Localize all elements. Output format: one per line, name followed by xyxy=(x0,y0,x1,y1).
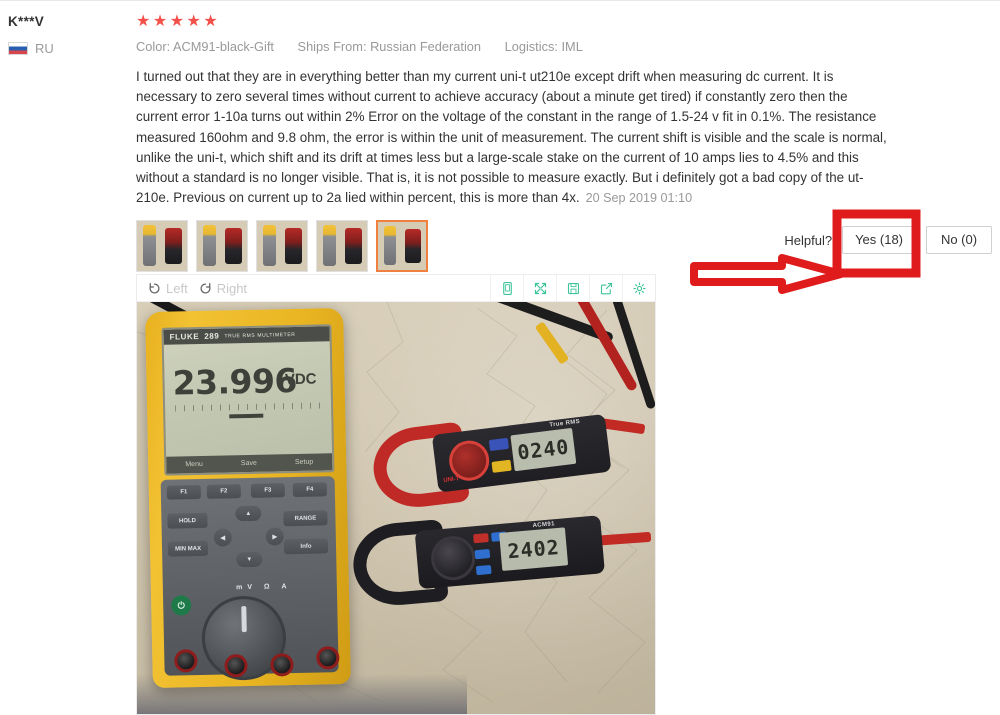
fluke-model-suffix: TRUE RMS MULTIMETER xyxy=(224,331,296,339)
fluke-key-right: ▶ xyxy=(265,527,284,546)
share-export-icon xyxy=(600,282,612,294)
rotate-right-button[interactable]: Right xyxy=(198,281,247,296)
image-viewer: Left Right FLUKE 289 TRUE RMS MULTIMETER… xyxy=(136,274,656,715)
fluke-key-f3: F3 xyxy=(250,483,285,498)
review-date: 20 Sep 2019 01:10 xyxy=(585,191,693,206)
helpful-label: Helpful? xyxy=(784,232,833,248)
fluke-key-range: RANGE xyxy=(283,510,328,527)
fluke-softkey-menu: Menu xyxy=(185,460,203,469)
fluke-key-f1: F1 xyxy=(166,484,202,500)
viewer-tool-buttons xyxy=(490,275,655,301)
review-attributes: Color: ACM91-black-Gift Ships From: Russ… xyxy=(136,39,892,55)
fluke-rotary-labels: mV Ω A xyxy=(236,582,292,591)
attribute-logistics: Logistics: IML xyxy=(504,39,583,54)
fluke-softkey-row: Menu Save Setup xyxy=(166,453,333,474)
fluke-brand-label: FLUKE xyxy=(169,331,200,342)
fluke-bargraph xyxy=(175,402,322,412)
acm91-clamp-reading: 2402 xyxy=(499,527,569,571)
clamp-dial-black xyxy=(429,534,477,583)
fluke-key-down: ▼ xyxy=(236,551,263,568)
fluke-model-label: 289 xyxy=(204,331,220,341)
reviewer-info: K***V RU xyxy=(8,14,126,56)
annotation-arrow-icon xyxy=(690,254,845,294)
thumbnail-image xyxy=(137,221,187,271)
clamp-button-blue-3 xyxy=(475,564,492,576)
country-code-label: RU xyxy=(35,41,54,56)
thumbnail-item[interactable] xyxy=(316,220,368,272)
thumbnail-item[interactable] xyxy=(256,220,308,272)
viewer-toolbar: Left Right xyxy=(137,275,655,302)
clamp-button-blue-2 xyxy=(474,548,491,560)
reviewer-name: K***V xyxy=(8,14,45,29)
fluke-key-hold: HOLD xyxy=(167,512,208,529)
fluke-key-f2: F2 xyxy=(206,484,242,499)
attribute-ships-from: Ships From: Russian Federation xyxy=(297,39,482,54)
thumbnail-item[interactable] xyxy=(196,220,248,272)
fluke-power-button: ⏻ xyxy=(171,595,192,616)
fluke-key-minmax: MIN MAX xyxy=(167,540,209,557)
rotate-right-icon xyxy=(200,282,211,293)
save-floppy-icon xyxy=(567,282,579,294)
mobile-device-button[interactable] xyxy=(490,275,523,301)
mobile-device-icon xyxy=(502,281,512,295)
thumbnail-image xyxy=(257,221,307,271)
rotate-right-label: Right xyxy=(216,280,248,296)
thumbnail-item[interactable] xyxy=(136,220,188,272)
fullscreen-button[interactable] xyxy=(523,275,556,301)
review-body-text: I turned out that they are in everything… xyxy=(136,69,887,206)
fluke-softkey-save: Save xyxy=(240,459,257,468)
thumbnail-image xyxy=(317,221,367,271)
unit-brand-label: UNI-T xyxy=(443,476,460,484)
review-content: ★★★★★ Color: ACM91-black-Gift Ships From… xyxy=(136,0,892,208)
fluke-reading-unit: VDC xyxy=(284,370,317,389)
attribute-color: Color: ACM91-black-Gift xyxy=(136,39,274,54)
fluke-key-f4: F4 xyxy=(292,482,327,498)
fluke-display: FLUKE 289 TRUE RMS MULTIMETER 23.996 VDC… xyxy=(161,324,335,476)
reviewer-country: RU xyxy=(8,41,126,56)
rotate-controls: Left Right xyxy=(137,281,253,296)
thumbnail-image xyxy=(378,222,426,270)
rotate-left-label: Left xyxy=(166,280,188,296)
review-body: I turned out that they are in everything… xyxy=(136,67,888,208)
settings-button[interactable] xyxy=(622,275,655,301)
clamp-button-yellow xyxy=(491,459,512,473)
russia-flag-icon xyxy=(8,42,28,55)
fluke-brand-bar: FLUKE 289 TRUE RMS MULTIMETER xyxy=(163,326,330,345)
clamp-button-blue xyxy=(488,437,510,452)
fluke-key-up: ▲ xyxy=(235,505,262,522)
rotate-left-icon xyxy=(149,282,160,293)
thumbnail-image xyxy=(197,221,247,271)
fluke-bargraph-marker xyxy=(229,413,264,419)
main-review-photo[interactable]: FLUKE 289 TRUE RMS MULTIMETER 23.996 VDC… xyxy=(137,302,655,714)
star-rating: ★★★★★ xyxy=(136,13,221,30)
helpful-vote-group: Helpful? Yes (18) No (0) xyxy=(784,226,992,254)
fluke-reading-value: 23.996 xyxy=(172,360,298,403)
fluke-softkey-setup: Setup xyxy=(294,458,314,467)
unit-truerms-badge: True RMS xyxy=(549,418,581,429)
share-button[interactable] xyxy=(589,275,622,301)
yes-vote-button[interactable]: Yes (18) xyxy=(842,226,916,254)
fluke-key-info: Info xyxy=(283,538,329,555)
save-button[interactable] xyxy=(556,275,589,301)
thumbnail-item-selected[interactable] xyxy=(376,220,428,272)
review-thumbnail-strip xyxy=(136,220,428,272)
unit-clamp-reading: 0240 xyxy=(510,427,577,472)
no-vote-button[interactable]: No (0) xyxy=(926,226,992,254)
clamp-button-red-black-meter xyxy=(473,533,489,544)
fluke-multimeter: FLUKE 289 TRUE RMS MULTIMETER 23.996 VDC… xyxy=(145,307,351,689)
rotate-left-button[interactable]: Left xyxy=(147,281,188,296)
settings-gear-icon xyxy=(632,281,646,295)
fluke-key-left: ◀ xyxy=(213,528,233,547)
fullscreen-expand-icon xyxy=(534,282,546,294)
clamp-body-black: ACM91 2402 xyxy=(414,515,605,590)
